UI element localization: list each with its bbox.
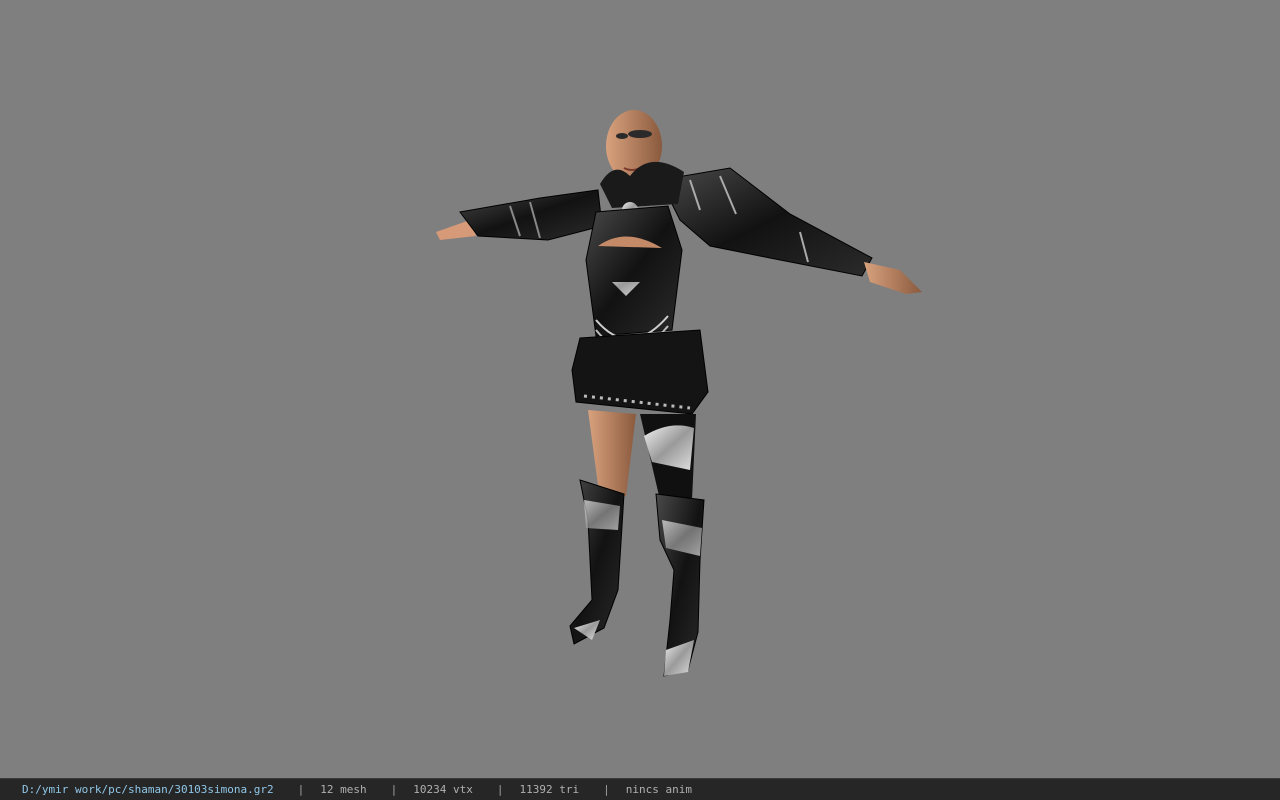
model-viewport[interactable]	[0, 0, 1280, 778]
triangle-count-label: 11392 tri	[519, 783, 580, 796]
left-arm-armor	[459, 189, 603, 241]
vertex-count-label: 10234 vtx	[413, 783, 473, 796]
right-hand	[864, 262, 922, 294]
separator: |	[297, 783, 305, 796]
status-bar: D:/ymir work/pc/shaman/30103simona.gr2 |…	[0, 778, 1280, 800]
separator: |	[390, 783, 398, 796]
mesh-count-label: 12 mesh	[320, 783, 367, 796]
file-path-label: D:/ymir work/pc/shaman/30103simona.gr2	[22, 783, 274, 796]
animation-label: nincs anim	[625, 783, 692, 796]
separator: |	[603, 783, 610, 796]
separator: |	[496, 783, 504, 796]
character-model	[436, 110, 922, 677]
